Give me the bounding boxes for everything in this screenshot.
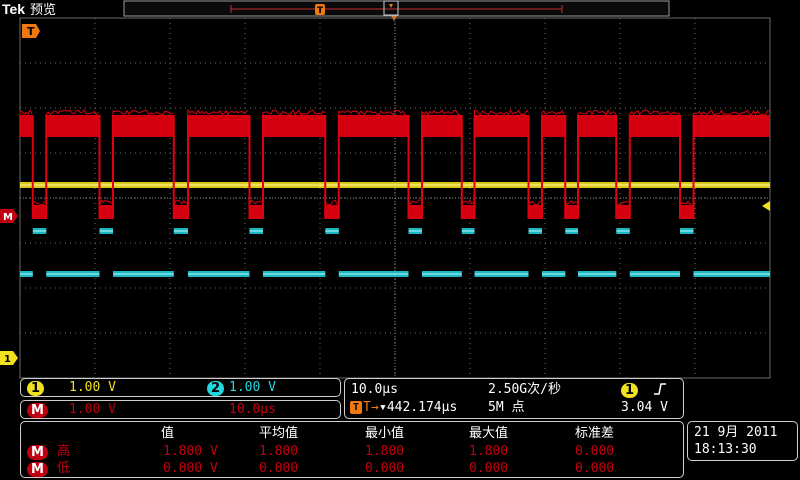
math-segment bbox=[99, 205, 113, 219]
math-segment bbox=[565, 205, 579, 219]
ch1-ground-marker[interactable]: 1 bbox=[0, 351, 18, 365]
meas-row1-value: 1.800 V bbox=[163, 444, 218, 459]
trigger-delay[interactable]: ▾442.174µs bbox=[379, 400, 457, 415]
meas-row2-min: 0.000 bbox=[365, 461, 405, 476]
trigger-position-letter: T bbox=[27, 25, 35, 38]
meas-row2-name[interactable]: 低 bbox=[57, 461, 70, 476]
measurements-panel[interactable]: 值 平均值 最小值 最大值 标准差 M 高 1.800 V 1.800 1.80… bbox=[20, 421, 684, 478]
math-noise bbox=[461, 199, 475, 205]
graticule bbox=[19, 17, 771, 379]
record-length[interactable]: 5M 点 bbox=[488, 400, 524, 415]
math-segment bbox=[693, 115, 770, 137]
meas-row2-mean: 0.000 bbox=[259, 461, 299, 476]
trigger-level-arrow-icon[interactable] bbox=[762, 201, 770, 211]
math-segment bbox=[578, 115, 617, 137]
math-noise bbox=[99, 199, 112, 206]
trigger-delay-letter: T bbox=[353, 402, 360, 413]
math-noise bbox=[693, 109, 770, 116]
datetime-panel[interactable]: 21 9月 2011 18:13:30 bbox=[687, 421, 798, 461]
math-ground-letter: M bbox=[3, 212, 13, 223]
meas-row1-source: M bbox=[27, 445, 48, 460]
ch1-badge[interactable]: 1 bbox=[27, 381, 45, 396]
math-noise bbox=[262, 108, 326, 116]
math-noise bbox=[187, 108, 249, 116]
math-noise bbox=[19, 109, 33, 116]
math-panel[interactable]: M 1.00 V 10.0µs bbox=[20, 400, 341, 419]
math-segment bbox=[113, 115, 174, 137]
meas-header-max: 最大值 bbox=[469, 426, 509, 441]
math-segment bbox=[173, 205, 188, 219]
math-segment bbox=[249, 205, 263, 219]
math-segment bbox=[680, 205, 694, 219]
math-noise bbox=[249, 199, 262, 205]
sample-rate[interactable]: 2.50G次/秒 bbox=[488, 382, 561, 397]
math-segment bbox=[32, 205, 47, 219]
date-display: 21 9月 2011 bbox=[694, 425, 778, 440]
math-timebase[interactable]: 10.0µs bbox=[229, 402, 276, 417]
meas-row1-min: 1.800 bbox=[365, 444, 405, 459]
brand-label: Tek bbox=[2, 1, 25, 17]
math-segment bbox=[263, 115, 326, 137]
math-segment bbox=[46, 115, 100, 137]
math-segment bbox=[616, 205, 630, 219]
meas-row1-name[interactable]: 高 bbox=[57, 444, 70, 459]
math-segment bbox=[20, 115, 33, 137]
math-noise bbox=[629, 109, 681, 116]
math-segment bbox=[542, 115, 566, 137]
trigger-level[interactable]: 3.04 V bbox=[621, 400, 668, 415]
math-noise bbox=[615, 201, 629, 206]
math-segment bbox=[325, 205, 339, 219]
meas-row2-value: 0.000 V bbox=[163, 461, 218, 476]
time-display: 18:13:30 bbox=[694, 442, 757, 457]
meas-row1-mean: 1.800 bbox=[259, 444, 299, 459]
ch1-ground-letter: 1 bbox=[4, 354, 11, 365]
horizontal-scale[interactable]: 10.0µs bbox=[351, 382, 398, 397]
math-segment bbox=[338, 115, 409, 137]
math-scale[interactable]: 1.00 V bbox=[69, 402, 116, 417]
math-segment bbox=[629, 115, 681, 137]
meas-row2-std: 0.000 bbox=[575, 461, 615, 476]
meas-header-min: 最小值 bbox=[365, 426, 405, 441]
meas-header-std: 标准差 bbox=[575, 426, 615, 441]
trigger-delay-arrow: T→ bbox=[363, 400, 379, 415]
mode-label: 预览 bbox=[30, 2, 56, 18]
record-trigger-letter: T bbox=[317, 6, 324, 16]
math-noise bbox=[528, 199, 541, 206]
math-noise bbox=[338, 109, 407, 116]
math-noise bbox=[577, 109, 617, 116]
math-noise bbox=[45, 109, 99, 116]
meas-row1-max: 1.800 bbox=[469, 444, 509, 459]
math-noise bbox=[474, 109, 529, 116]
math-noise bbox=[112, 109, 174, 116]
math-segment bbox=[422, 115, 462, 137]
math-noise bbox=[324, 199, 338, 206]
ch2-badge[interactable]: 2 bbox=[207, 381, 225, 396]
math-badge[interactable]: M bbox=[27, 403, 48, 418]
math-segment bbox=[408, 205, 422, 219]
meas-header-value: 值 bbox=[161, 426, 175, 441]
math-noise bbox=[173, 199, 188, 206]
math-segment bbox=[528, 205, 542, 219]
ch1-ch2-panel[interactable]: 1 1.00 V 2 1.00 V bbox=[20, 378, 341, 397]
rising-edge-icon bbox=[654, 383, 666, 395]
math-segment bbox=[474, 115, 529, 137]
math-noise bbox=[541, 109, 565, 116]
math-noise bbox=[564, 200, 578, 205]
meas-header-mean: 平均值 bbox=[259, 426, 299, 441]
trigger-source-badge[interactable]: 1 bbox=[621, 383, 639, 398]
meas-row2-source: M bbox=[27, 462, 48, 477]
meas-row2-max: 0.000 bbox=[469, 461, 509, 476]
math-noise bbox=[421, 109, 461, 116]
ch2-scale[interactable]: 1.00 V bbox=[229, 380, 276, 395]
timebase-trigger-panel[interactable]: 10.0µs 2.50G次/秒 1 T T→ ▾442.174µs 5M 点 3… bbox=[344, 378, 684, 419]
trigger-position-marker[interactable]: T bbox=[22, 24, 40, 38]
ch1-scale[interactable]: 1.00 V bbox=[69, 380, 116, 395]
math-ground-marker[interactable]: M bbox=[0, 209, 18, 223]
math-noise bbox=[679, 200, 693, 206]
math-noise bbox=[408, 199, 421, 205]
math-segment bbox=[188, 115, 250, 137]
meas-row1-std: 0.000 bbox=[575, 444, 615, 459]
math-noise bbox=[32, 201, 46, 206]
math-segment bbox=[461, 205, 475, 219]
